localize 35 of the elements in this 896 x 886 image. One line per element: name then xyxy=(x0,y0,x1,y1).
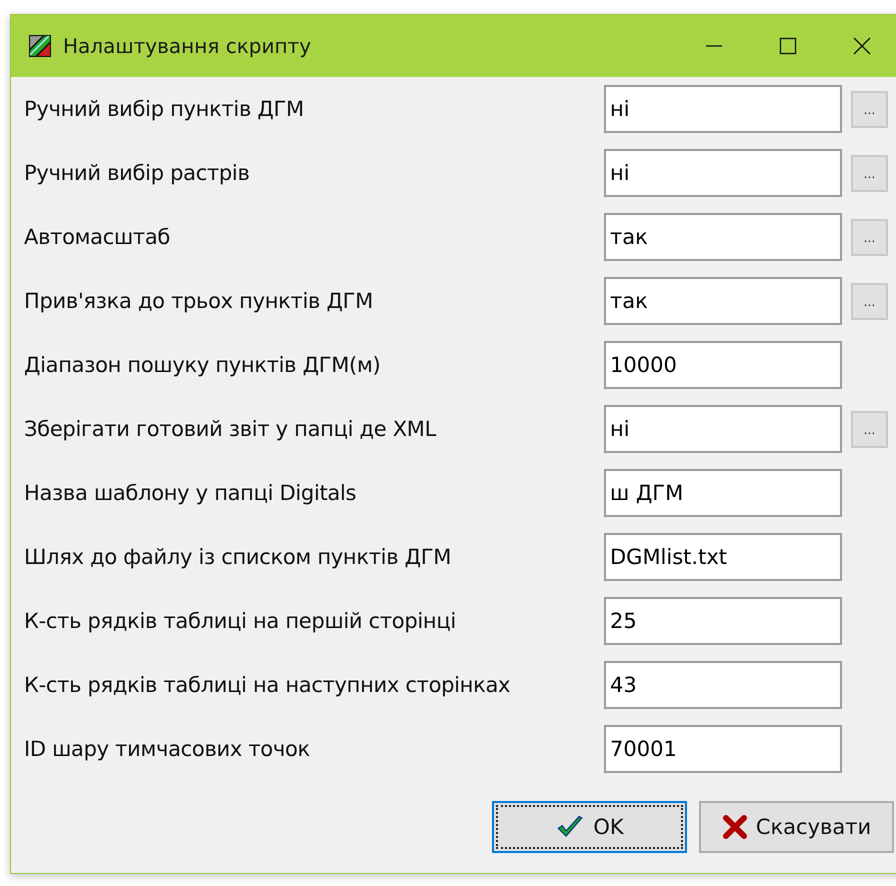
input-field[interactable]: 25 xyxy=(604,597,842,645)
cross-icon xyxy=(722,814,748,840)
setting-label: Прив'язка до трьох пунктів ДГМ xyxy=(24,289,374,313)
setting-label: Діапазон пошуку пунктів ДГМ(м) xyxy=(24,353,382,377)
setting-label: Шлях до файлу із списком пунктів ДГМ xyxy=(24,545,452,569)
cancel-button[interactable]: Скасувати xyxy=(699,801,894,853)
browse-button[interactable]: ... xyxy=(851,410,888,448)
browse-button[interactable]: ... xyxy=(851,282,888,320)
setting-label: ID шару тимчасових точок xyxy=(24,737,311,761)
setting-label: Ручний вибір пунктів ДГМ xyxy=(24,97,305,121)
browse-button[interactable]: ... xyxy=(851,90,888,128)
input-field[interactable]: DGMlist.txt xyxy=(604,533,842,581)
close-icon[interactable] xyxy=(852,36,872,56)
setting-label: Ручний вибір растрів xyxy=(24,161,251,185)
ok-button[interactable]: OK xyxy=(492,801,687,853)
input-field[interactable]: ні xyxy=(604,405,842,453)
app-icon xyxy=(29,35,51,57)
checkmark-icon xyxy=(555,814,586,840)
input-field[interactable]: так xyxy=(604,213,842,261)
input-field[interactable]: 43 xyxy=(604,661,842,709)
browse-button[interactable]: ... xyxy=(851,154,888,192)
input-field[interactable]: так xyxy=(604,277,842,325)
input-field[interactable]: 10000 xyxy=(604,341,842,389)
input-field[interactable]: ні xyxy=(604,149,842,197)
input-field[interactable]: ш ДГМ xyxy=(604,469,842,517)
maximize-icon[interactable] xyxy=(778,36,798,56)
setting-label: К-сть рядків таблиці на наступних сторінках xyxy=(24,673,512,697)
input-field[interactable]: ні xyxy=(604,85,842,133)
setting-label: Зберігати готовий звіт у папці де XML xyxy=(24,417,438,441)
browse-button[interactable]: ... xyxy=(851,218,888,256)
window-title: Налаштування скрипту xyxy=(63,34,312,58)
setting-label: Автомасштаб xyxy=(24,225,172,249)
setting-label: К-сть рядків таблиці на першій сторінці xyxy=(24,609,457,633)
input-field[interactable]: 70001 xyxy=(604,725,842,773)
setting-label: Назва шаблону у папці Digitals xyxy=(24,481,358,505)
